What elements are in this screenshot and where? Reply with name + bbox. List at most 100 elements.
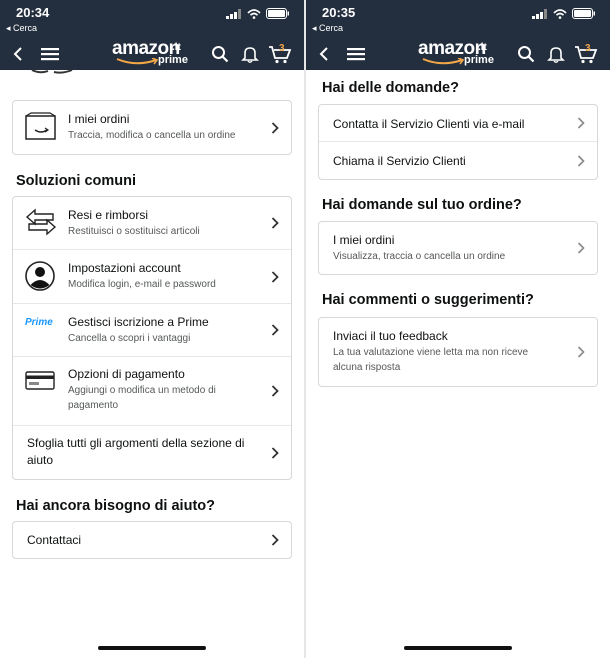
search-icon xyxy=(212,46,229,63)
cart-button[interactable]: 3 xyxy=(268,42,292,66)
call-service-title: Chiama il Servizio Clienti xyxy=(333,154,466,168)
feedback-title: Inviaci il tuo feedback xyxy=(333,329,448,343)
orders-row[interactable]: I miei ordini Traccia, modifica o cancel… xyxy=(13,101,291,154)
notifications-button[interactable] xyxy=(544,42,568,66)
back-to-app-link[interactable]: ◂ Cerca xyxy=(312,23,343,34)
my-orders-row[interactable]: I miei ordini Visualizza, traccia o canc… xyxy=(319,222,597,274)
battery-icon xyxy=(266,8,289,19)
orders-card[interactable]: I miei ordini Traccia, modifica o cancel… xyxy=(12,100,292,155)
my-orders-subtitle: Visualizza, traccia o cancella un ordine xyxy=(333,251,506,262)
system-indicators xyxy=(532,8,596,19)
chevron-right-icon xyxy=(271,534,279,546)
back-button[interactable] xyxy=(312,42,336,66)
credit-card-icon xyxy=(25,371,55,390)
signal-icon xyxy=(226,8,241,19)
common-item-prime[interactable]: Prime Gestisci iscrizione a Prime Cancel… xyxy=(13,304,291,357)
left-screen: 20:34 ◂ Cerca amazon .it prime 3 I miei … xyxy=(0,0,304,658)
notifications-button[interactable] xyxy=(238,42,262,66)
orders-title: I miei ordini xyxy=(68,112,130,126)
contact-row[interactable]: Contattaci xyxy=(13,522,291,558)
chevron-right-icon xyxy=(577,242,585,254)
contact-title: Contattaci xyxy=(27,533,82,547)
chevron-right-icon xyxy=(577,346,585,358)
home-indicator[interactable] xyxy=(98,646,206,650)
payment-subtitle-line2: pagamento xyxy=(68,400,119,411)
amazon-prime-logo[interactable]: amazon .it prime xyxy=(112,38,192,68)
chevron-right-icon xyxy=(577,117,585,129)
bell-icon xyxy=(241,47,259,63)
cart-button[interactable]: 3 xyxy=(574,42,598,66)
amazon-prime-logo[interactable]: amazon .it prime xyxy=(418,38,498,68)
common-solutions-heading: Soluzioni comuni xyxy=(16,173,137,189)
cart-count: 3 xyxy=(279,43,285,54)
my-orders-title: I miei ordini xyxy=(333,233,395,247)
truncated-icon xyxy=(31,69,73,74)
bell-icon xyxy=(547,47,565,63)
status-time: 20:35 xyxy=(322,5,356,20)
user-avatar-icon xyxy=(25,261,55,291)
logo-prime: prime xyxy=(158,54,188,66)
menu-button[interactable] xyxy=(344,42,368,66)
app-header: amazon .it prime 3 xyxy=(0,38,304,70)
search-icon xyxy=(518,46,535,63)
status-bar: 20:34 ◂ Cerca xyxy=(0,0,304,38)
call-service-row[interactable]: Chiama il Servizio Clienti xyxy=(319,142,597,179)
status-time: 20:34 xyxy=(16,5,50,20)
hamburger-menu-icon xyxy=(41,48,59,61)
return-arrows-icon xyxy=(25,208,57,236)
common-solutions-card: Resi e rimborsi Restituisci o sostituisc… xyxy=(12,196,292,480)
chevron-left-icon xyxy=(319,47,328,61)
contact-email-title: Contatta il Servizio Clienti via e-mail xyxy=(333,117,525,131)
feedback-subtitle-line1: La tua valutazione viene letta ma non ri… xyxy=(333,347,529,358)
amazon-smile-icon xyxy=(116,58,159,65)
chevron-right-icon xyxy=(271,324,279,336)
feedback-heading: Hai commenti o suggerimenti? xyxy=(322,292,534,308)
contact-card[interactable]: Contattaci xyxy=(12,521,292,559)
account-settings-title: Impostazioni account xyxy=(68,261,181,275)
chevron-left-icon xyxy=(13,47,22,61)
common-item-returns[interactable]: Resi e rimborsi Restituisci o sostituisc… xyxy=(13,197,291,250)
menu-button[interactable] xyxy=(38,42,62,66)
search-button[interactable] xyxy=(208,42,232,66)
app-header: amazon .it prime 3 xyxy=(306,38,610,70)
still-need-help-heading: Hai ancora bisogno di aiuto? xyxy=(16,498,215,514)
wifi-icon xyxy=(553,8,567,19)
payment-subtitle-line1: Aggiungi o modifica un metodo di xyxy=(68,385,216,396)
chevron-right-icon xyxy=(271,270,279,283)
back-to-app-link[interactable]: ◂ Cerca xyxy=(6,23,37,34)
order-card[interactable]: I miei ordini Visualizza, traccia o canc… xyxy=(318,221,598,275)
chevron-right-icon xyxy=(271,121,279,134)
home-indicator[interactable] xyxy=(404,646,512,650)
wifi-icon xyxy=(247,8,261,19)
feedback-subtitle-line2: alcuna risposta xyxy=(333,362,401,373)
search-button[interactable] xyxy=(514,42,538,66)
cart-count: 3 xyxy=(585,43,591,54)
package-icon xyxy=(25,112,56,140)
hamburger-menu-icon xyxy=(347,48,365,61)
feedback-row[interactable]: Inviaci il tuo feedback La tua valutazio… xyxy=(319,318,597,386)
returns-title: Resi e rimborsi xyxy=(68,208,149,222)
chevron-right-icon xyxy=(271,217,279,229)
amazon-smile-icon xyxy=(422,58,465,65)
account-settings-subtitle: Modifica login, e-mail e password xyxy=(68,279,216,290)
browse-topics-line2: aiuto xyxy=(27,453,54,467)
chevron-right-icon xyxy=(271,385,279,397)
common-item-browse-topics[interactable]: Sfoglia tutti gli argomenti della sezion… xyxy=(13,426,291,479)
questions-heading: Hai delle domande? xyxy=(322,80,459,96)
returns-subtitle: Restituisci o sostituisci articoli xyxy=(68,226,200,237)
orders-subtitle: Traccia, modifica o cancella un ordine xyxy=(68,130,236,141)
prime-title: Gestisci iscrizione a Prime xyxy=(68,315,209,329)
logo-tld: .it xyxy=(172,42,181,53)
status-bar: 20:35 ◂ Cerca xyxy=(306,0,610,38)
system-indicators xyxy=(226,8,290,19)
right-screen: 20:35 ◂ Cerca amazon .it prime 3 Hai del… xyxy=(306,0,610,658)
back-button[interactable] xyxy=(6,42,30,66)
questions-card: Contatta il Servizio Clienti via e-mail … xyxy=(318,104,598,180)
contact-email-row[interactable]: Contatta il Servizio Clienti via e-mail xyxy=(319,105,597,142)
order-questions-heading: Hai domande sul tuo ordine? xyxy=(322,197,522,213)
common-item-account-settings[interactable]: Impostazioni account Modifica login, e-m… xyxy=(13,250,291,304)
feedback-card[interactable]: Inviaci il tuo feedback La tua valutazio… xyxy=(318,317,598,387)
common-item-payment[interactable]: Opzioni di pagamento Aggiungi o modifica… xyxy=(13,357,291,426)
logo-prime: prime xyxy=(464,54,494,66)
chevron-right-icon xyxy=(577,154,585,167)
